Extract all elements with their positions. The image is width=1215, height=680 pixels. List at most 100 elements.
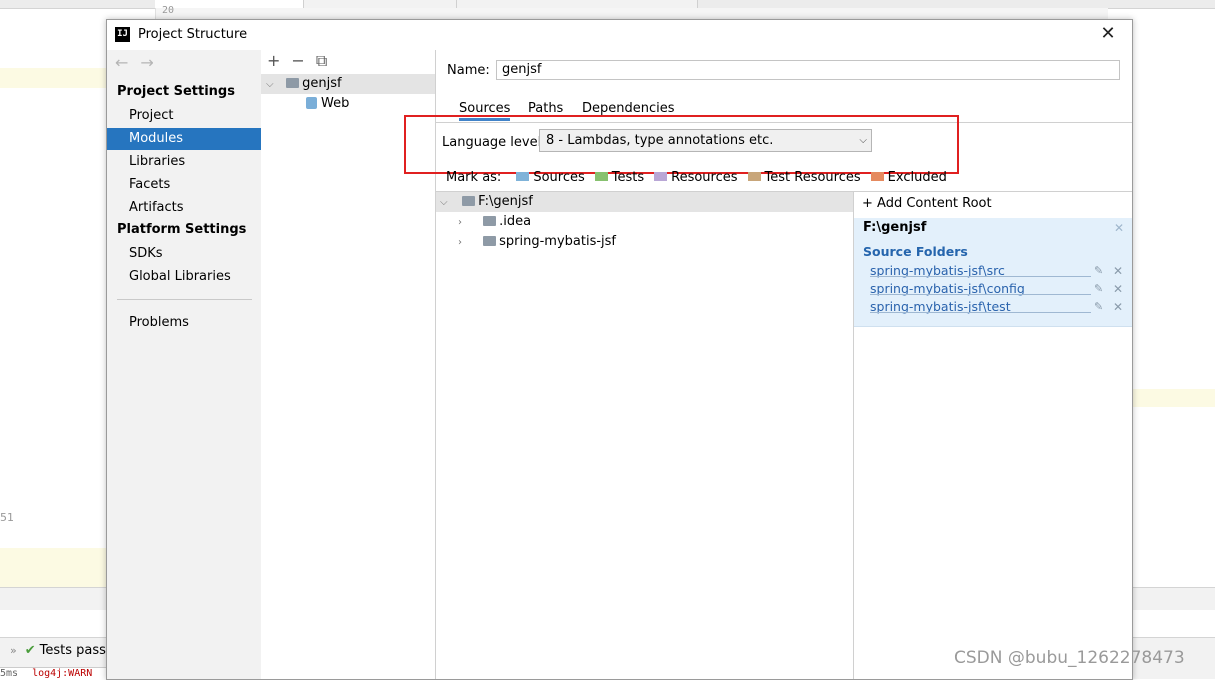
tab-sources[interactable]: Sources (459, 101, 511, 121)
source-folder-row: spring-mybatis-jsf\config ✎ ✕ (870, 280, 1125, 298)
source-folders-block: Source Folders spring-mybatis-jsf\src ✎ … (854, 238, 1132, 327)
settings-sidebar: ← → Project Settings Project Modules Libr… (107, 50, 262, 679)
tree-row-root[interactable]: ⌵ F:\genjsf (436, 192, 853, 212)
content-root-path: F:\genjsf (863, 220, 927, 235)
sidebar-divider (117, 299, 252, 300)
mark-as-bar: Mark as: Sources Tests Resources Test Resour… (446, 170, 947, 185)
tab-paths[interactable]: Paths (528, 101, 563, 116)
tree-item-label: spring-mybatis-jsf (499, 234, 617, 249)
excluded-folder-icon (870, 172, 884, 181)
editor-tab[interactable] (457, 0, 698, 8)
edit-icon[interactable]: ✎ (1094, 298, 1103, 316)
tests-status[interactable]: » ✔ Tests pass (10, 643, 106, 658)
source-folders-title: Source Folders (863, 244, 968, 259)
sidebar-item-artifacts[interactable]: Artifacts (107, 197, 261, 219)
facet-row-web[interactable]: Web (261, 94, 435, 114)
close-icon[interactable]: ✕ (1113, 280, 1123, 298)
module-toolbar: + − ⧉ (267, 51, 338, 71)
sidebar-item-sdks[interactable]: SDKs (107, 243, 261, 265)
sidebar-item-modules[interactable]: Modules (107, 128, 261, 150)
watermark: CSDN @bubu_1262278473 (954, 648, 1185, 668)
sidebar-item-problems[interactable]: Problems (107, 312, 261, 334)
name-label: Name: (447, 63, 490, 78)
test-resources-folder-icon (747, 172, 761, 181)
sidebar-item-facets[interactable]: Facets (107, 174, 261, 196)
module-name: genjsf (302, 76, 342, 91)
project-structure-dialog: IJ Project Structure ✕ ← → Project Settin… (106, 19, 1133, 680)
close-icon[interactable]: ✕ (1113, 262, 1123, 280)
mark-test-resources-button[interactable]: Test Resources (747, 170, 861, 185)
project-settings-header: Project Settings (117, 84, 235, 99)
remove-root-icon[interactable]: ✕ (1114, 218, 1124, 238)
editor-tab[interactable] (304, 0, 457, 8)
mark-sources-label: Sources (533, 170, 585, 185)
dotted-underline (870, 276, 1091, 277)
check-icon: ✔ (24, 643, 36, 658)
mark-tests-button[interactable]: Tests (594, 170, 645, 185)
folder-icon (462, 196, 476, 206)
module-settings: Name: genjsf Sources Paths Dependencies … (404, 50, 1132, 679)
forward-arrow-icon[interactable]: → (140, 53, 153, 72)
tree-item-label: .idea (499, 214, 532, 229)
sidebar-item-global-libraries[interactable]: Global Libraries (107, 266, 261, 288)
chevron-down-icon[interactable]: ⌵ (266, 75, 278, 95)
resources-folder-icon (654, 172, 668, 181)
tests-status-label: Tests pass (39, 643, 106, 658)
editor-tab[interactable] (155, 0, 304, 8)
intellij-icon: IJ (115, 27, 130, 42)
module-folder-icon (286, 78, 300, 88)
line-highlight (1131, 389, 1215, 407)
console-line: 5ms log4j:WARN (0, 667, 110, 679)
sources-folder-icon (516, 172, 530, 181)
add-content-root-button[interactable]: + Add Content Root (862, 196, 992, 211)
mark-tests-label: Tests (611, 170, 645, 185)
close-icon[interactable]: ✕ (1113, 298, 1123, 316)
facet-name: Web (321, 96, 350, 111)
edit-icon[interactable]: ✎ (1094, 280, 1103, 298)
chevron-right-icon[interactable]: › (458, 213, 470, 233)
mark-test-resources-label: Test Resources (764, 170, 861, 185)
copy-icon[interactable]: ⧉ (316, 51, 327, 70)
module-tree-pane: + − ⧉ ⌵ genjsf Web (261, 50, 436, 679)
dotted-underline (870, 294, 1091, 295)
tree-row-spring-mybatis-jsf[interactable]: › spring-mybatis-jsf (436, 232, 853, 252)
source-folder-row: spring-mybatis-jsf\test ✎ ✕ (870, 298, 1125, 316)
mark-sources-button[interactable]: Sources (516, 170, 585, 185)
chevron-down-icon[interactable]: ⌵ (440, 193, 452, 213)
line-highlight (0, 68, 106, 88)
module-tabs: Sources Paths Dependencies (436, 96, 1132, 123)
chevron-right-icon[interactable]: › (458, 233, 470, 253)
tab-dependencies[interactable]: Dependencies (582, 101, 675, 116)
dialog-title: Project Structure (138, 27, 248, 42)
console-time: 5ms (0, 668, 19, 679)
module-name-field[interactable]: genjsf (496, 60, 1120, 80)
edit-icon[interactable]: ✎ (1094, 262, 1103, 280)
close-icon[interactable]: ✕ (1099, 24, 1117, 44)
content-root-tree: ⌵ F:\genjsf › .idea › spring-mybatis-jsf (436, 192, 854, 679)
history-nav: ← → (115, 53, 166, 72)
chevron-down-icon: ⌵ (859, 135, 867, 146)
expand-icon: » (10, 644, 17, 657)
mark-resources-label: Resources (671, 170, 738, 185)
content-root-header: F:\genjsf ✕ (854, 218, 1132, 238)
sidebar-item-libraries[interactable]: Libraries (107, 151, 261, 173)
mark-as-label: Mark as: (446, 170, 502, 185)
language-level-value: 8 - Lambdas, type annotations etc. (546, 133, 774, 148)
source-folder-row: spring-mybatis-jsf\src ✎ ✕ (870, 262, 1125, 280)
back-arrow-icon[interactable]: ← (115, 53, 128, 72)
dotted-underline (870, 312, 1091, 313)
folder-icon (483, 236, 497, 246)
add-icon[interactable]: + (267, 51, 280, 70)
module-row-genjsf[interactable]: ⌵ genjsf (261, 74, 435, 94)
sidebar-item-project[interactable]: Project (107, 105, 261, 127)
mark-excluded-label: Excluded (887, 170, 947, 185)
mark-excluded-button[interactable]: Excluded (870, 170, 947, 185)
remove-icon[interactable]: − (291, 51, 304, 70)
mark-resources-button[interactable]: Resources (654, 170, 738, 185)
tree-row-idea[interactable]: › .idea (436, 212, 853, 232)
web-facet-icon (306, 97, 317, 109)
console-text: log4j:WARN (32, 668, 93, 679)
language-level-select[interactable]: 8 - Lambdas, type annotations etc. ⌵ (539, 129, 872, 152)
folder-icon (483, 216, 497, 226)
dialog-titlebar: IJ Project Structure ✕ (107, 20, 1132, 50)
